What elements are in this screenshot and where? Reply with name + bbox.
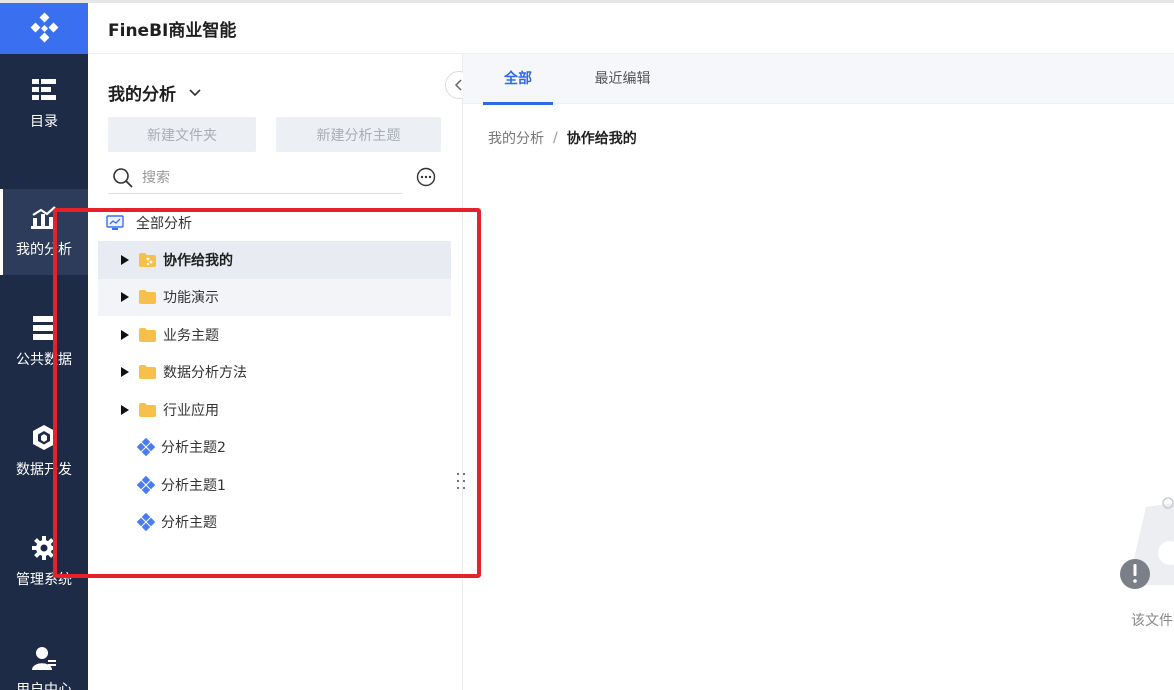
- tree-item-theme[interactable]: 分析主题: [98, 504, 451, 542]
- app-root: 目录 我的分析 公共数据 数据开发 管理系统 用户中心 FineBI商业智能 我…: [0, 0, 1174, 690]
- logo-icon: [30, 12, 59, 42]
- caret-right-icon: [121, 254, 129, 265]
- analysis-theme-icon: [137, 438, 155, 457]
- tree-item-label: 业务主题: [163, 327, 219, 344]
- tree-item-label: 数据分析方法: [163, 365, 247, 382]
- nav-item-data-dev[interactable]: 数据开发: [0, 409, 88, 495]
- catalog-icon: [31, 77, 57, 103]
- folder-icon: [139, 402, 156, 417]
- nav-item-user-center[interactable]: 用户中心: [0, 629, 88, 690]
- empty-state-illustration: [1120, 497, 1174, 589]
- tree-item-folder[interactable]: 行业应用: [98, 391, 451, 429]
- nav-item-my-analysis[interactable]: 我的分析: [0, 189, 88, 275]
- tree-item-label: 功能演示: [163, 290, 219, 307]
- nav-item-label: 目录: [30, 114, 58, 130]
- tree-item-label: 分析主题2: [161, 440, 226, 457]
- nav-item-public-data[interactable]: 公共数据: [0, 299, 88, 385]
- tab-all[interactable]: 全部: [483, 54, 553, 105]
- tree-root[interactable]: 全部分析: [98, 204, 451, 241]
- new-folder-button[interactable]: 新建文件夹: [108, 117, 256, 152]
- search-input[interactable]: [142, 169, 382, 186]
- tree-item-theme[interactable]: 分析主题1: [98, 466, 451, 504]
- app-header: FineBI商业智能: [88, 3, 1174, 54]
- nav-item-catalog[interactable]: 目录: [0, 61, 88, 147]
- tree-root-label: 全部分析: [136, 215, 192, 232]
- monitor-icon: [106, 214, 124, 230]
- empty-state-text: 该文件: [1131, 613, 1173, 629]
- more-options-icon[interactable]: [416, 167, 436, 187]
- tree-item-label: 分析主题1: [161, 477, 226, 494]
- nav-item-label: 数据开发: [16, 462, 72, 478]
- nav-item-label: 用户中心: [16, 682, 72, 690]
- tree-item-folder[interactable]: 数据分析方法: [98, 354, 451, 392]
- panel-title: 我的分析: [108, 85, 176, 105]
- caret-right-icon: [121, 404, 129, 415]
- resize-handle-icon[interactable]: [456, 472, 466, 490]
- tree-item-label: 行业应用: [163, 402, 219, 419]
- folder-icon: [139, 290, 156, 305]
- analysis-theme-icon: [137, 475, 155, 494]
- search-box: [108, 162, 402, 194]
- nav-item-label: 公共数据: [16, 352, 72, 368]
- breadcrumb-parent[interactable]: 我的分析: [488, 128, 544, 148]
- breadcrumb-separator: /: [553, 130, 558, 146]
- content-tabs: 全部 最近编辑: [463, 54, 1174, 105]
- search-icon: [113, 167, 133, 188]
- caret-right-icon: [121, 367, 129, 378]
- data-dev-icon: [31, 425, 57, 451]
- nav-item-admin[interactable]: 管理系统: [0, 519, 88, 605]
- logo[interactable]: [0, 3, 88, 54]
- breadcrumb: 我的分析 / 协作给我的: [488, 128, 637, 148]
- analysis-tree: 全部分析 协作给我的 功能演示 业务主题 数据分析方法 行业应用 分析主题2 分…: [98, 204, 451, 541]
- nav-item-label: 我的分析: [16, 242, 72, 258]
- tree-item-label: 协作给我的: [163, 252, 233, 269]
- breadcrumb-current: 协作给我的: [566, 131, 637, 147]
- analysis-theme-icon: [137, 513, 155, 532]
- caret-right-icon: [121, 292, 129, 303]
- caret-right-icon: [121, 329, 129, 340]
- user-icon: [31, 645, 57, 671]
- my-analysis-icon: [31, 205, 57, 231]
- tree-item-shared[interactable]: 协作给我的: [98, 241, 451, 279]
- panel-title-dropdown[interactable]: 我的分析: [108, 80, 202, 105]
- app-title: FineBI商业智能: [108, 20, 237, 41]
- nav-item-label: 管理系统: [16, 572, 72, 588]
- tree-item-folder[interactable]: 功能演示: [98, 278, 451, 316]
- shared-folder-icon: [139, 252, 156, 267]
- gear-icon: [31, 535, 57, 561]
- chevron-down-icon: [189, 88, 201, 96]
- tree-item-label: 分析主题: [161, 515, 217, 532]
- tree-item-folder[interactable]: 业务主题: [98, 316, 451, 354]
- public-data-icon: [31, 315, 57, 341]
- tab-recent-edit[interactable]: 最近编辑: [585, 54, 660, 104]
- folder-icon: [139, 365, 156, 380]
- new-theme-button[interactable]: 新建分析主题: [276, 117, 441, 152]
- left-nav: 目录 我的分析 公共数据 数据开发 管理系统 用户中心: [0, 3, 88, 690]
- tree-item-theme[interactable]: 分析主题2: [98, 429, 451, 467]
- folder-icon: [139, 327, 156, 342]
